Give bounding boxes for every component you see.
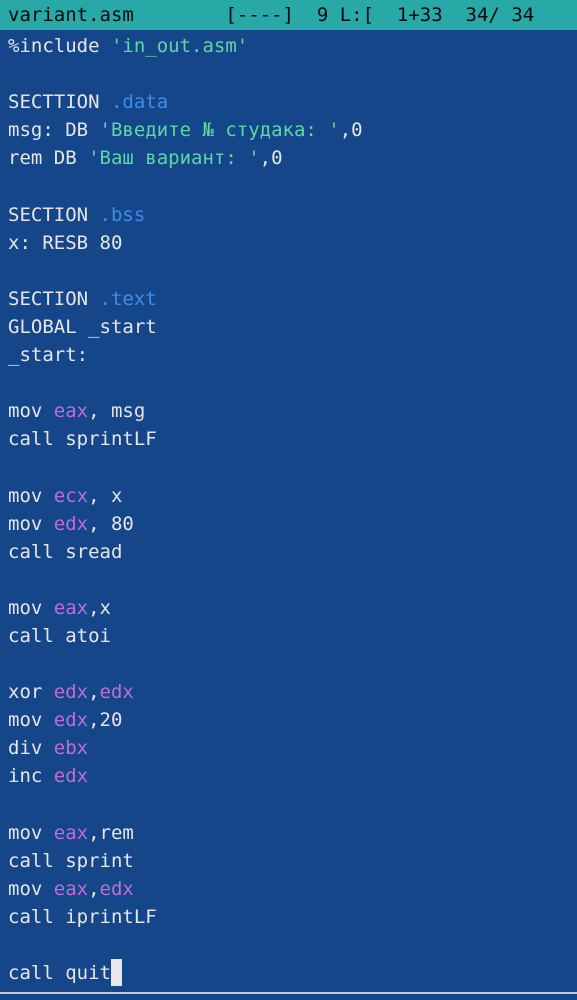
status-bar: variant.asm [----] 9 L:[ 1+33 34/ 34 bbox=[0, 0, 577, 30]
code-token: ,20 bbox=[88, 709, 123, 732]
code-line[interactable] bbox=[8, 257, 577, 285]
code-token: mov bbox=[8, 484, 54, 507]
code-token: .bss bbox=[99, 203, 146, 226]
code-token: SECTTION bbox=[8, 91, 111, 114]
text-cursor bbox=[110, 959, 122, 987]
code-token: call quit bbox=[8, 962, 111, 985]
code-token: , bbox=[88, 877, 100, 900]
code-token: 'in_out.asm' bbox=[110, 35, 249, 57]
code-token: edx bbox=[53, 709, 89, 732]
code-line[interactable]: mov eax,x bbox=[8, 594, 577, 622]
code-line[interactable]: call quit bbox=[8, 959, 577, 987]
code-line[interactable]: rem DB 'Ваш вариант: ',0 bbox=[8, 144, 577, 172]
code-line[interactable]: msg: DB 'Введите № студака: ',0 bbox=[8, 116, 577, 144]
code-line[interactable] bbox=[8, 453, 577, 481]
code-token: mov bbox=[8, 596, 54, 619]
code-token: mov bbox=[8, 821, 54, 844]
text-editor[interactable]: variant.asm [----] 9 L:[ 1+33 34/ 34 %in… bbox=[0, 0, 577, 1000]
code-token: edx bbox=[53, 681, 89, 704]
code-token: ,0 bbox=[339, 119, 363, 142]
code-token: .text bbox=[99, 287, 157, 310]
code-line[interactable]: mov eax,edx bbox=[8, 875, 577, 903]
code-token: call sprint bbox=[8, 849, 134, 872]
code-line[interactable]: _start: bbox=[8, 341, 577, 369]
code-token: edx bbox=[53, 765, 89, 788]
code-token: %include bbox=[8, 35, 111, 57]
code-token: , msg bbox=[88, 400, 146, 423]
code-token: edx bbox=[53, 512, 89, 535]
code-line[interactable]: SECTION .bss bbox=[8, 201, 577, 229]
code-line[interactable] bbox=[8, 791, 577, 819]
code-token: x: RESB 80 bbox=[8, 231, 123, 254]
code-line[interactable]: call atoi bbox=[8, 622, 577, 650]
code-line[interactable]: div ebx bbox=[8, 734, 577, 762]
code-token: ,rem bbox=[88, 821, 134, 844]
code-token: eax bbox=[53, 400, 89, 423]
code-line[interactable] bbox=[8, 369, 577, 397]
code-line[interactable]: call sprint bbox=[8, 847, 577, 875]
code-line[interactable]: mov edx,20 bbox=[8, 706, 577, 734]
code-token: call atoi bbox=[8, 624, 111, 647]
code-token: eax bbox=[53, 821, 89, 844]
code-line[interactable] bbox=[8, 650, 577, 678]
code-token: eax bbox=[53, 877, 89, 900]
code-token: SECTION bbox=[8, 287, 100, 310]
code-token: ,x bbox=[88, 596, 111, 619]
code-line[interactable] bbox=[8, 566, 577, 594]
code-line[interactable]: call sprintLF bbox=[8, 425, 577, 453]
code-token: , x bbox=[88, 484, 123, 507]
code-line[interactable]: mov edx, 80 bbox=[8, 510, 577, 538]
code-line[interactable]: x: RESB 80 bbox=[8, 229, 577, 257]
code-token: , 80 bbox=[88, 512, 134, 535]
code-line[interactable]: xor edx,edx bbox=[8, 678, 577, 706]
code-line[interactable]: call iprintLF bbox=[8, 903, 577, 931]
code-token: inc bbox=[8, 765, 54, 788]
code-token: edx bbox=[99, 877, 134, 900]
code-token: ebx bbox=[53, 737, 89, 760]
code-token: mov bbox=[8, 709, 54, 732]
code-line[interactable]: mov ecx, x bbox=[8, 482, 577, 510]
code-line[interactable]: mov eax,rem bbox=[8, 819, 577, 847]
code-token: 'Ваш вариант: ' bbox=[88, 147, 260, 170]
code-token: div bbox=[8, 737, 54, 760]
code-token: SECTION bbox=[8, 203, 100, 226]
code-line[interactable]: mov eax, msg bbox=[8, 397, 577, 425]
code-token: call iprintLF bbox=[8, 905, 157, 928]
code-line[interactable]: %include 'in_out.asm' bbox=[8, 32, 577, 60]
code-line[interactable] bbox=[8, 931, 577, 959]
code-token: mov bbox=[8, 400, 54, 423]
code-token: mov bbox=[8, 512, 54, 535]
bottom-border bbox=[0, 992, 577, 994]
code-line[interactable]: call sread bbox=[8, 538, 577, 566]
code-line[interactable]: SECTION .text bbox=[8, 285, 577, 313]
code-token: .data bbox=[110, 91, 169, 114]
code-token: , bbox=[88, 681, 100, 704]
code-token: mov bbox=[8, 877, 54, 900]
code-line[interactable]: inc edx bbox=[8, 762, 577, 790]
code-token: _start: bbox=[8, 344, 89, 367]
code-token: msg: DB bbox=[8, 119, 100, 142]
code-line[interactable] bbox=[8, 172, 577, 200]
code-line[interactable] bbox=[8, 60, 577, 88]
code-token: call sprintLF bbox=[8, 428, 157, 451]
code-area[interactable]: %include 'in_out.asm' SECTTION .data msg: … bbox=[0, 32, 577, 990]
code-line[interactable]: SECTTION .data bbox=[8, 88, 577, 116]
code-token: rem DB bbox=[8, 147, 89, 170]
code-token: ecx bbox=[53, 484, 89, 507]
code-token: eax bbox=[53, 596, 89, 619]
code-token: call sread bbox=[8, 540, 123, 563]
code-token: xor bbox=[8, 681, 54, 704]
code-token: GLOBAL _start bbox=[8, 315, 157, 338]
code-token: ,0 bbox=[259, 147, 283, 170]
code-token: edx bbox=[99, 681, 134, 704]
code-line[interactable]: GLOBAL _start bbox=[8, 313, 577, 341]
code-token: 'Введите № студака: ' bbox=[99, 119, 340, 142]
